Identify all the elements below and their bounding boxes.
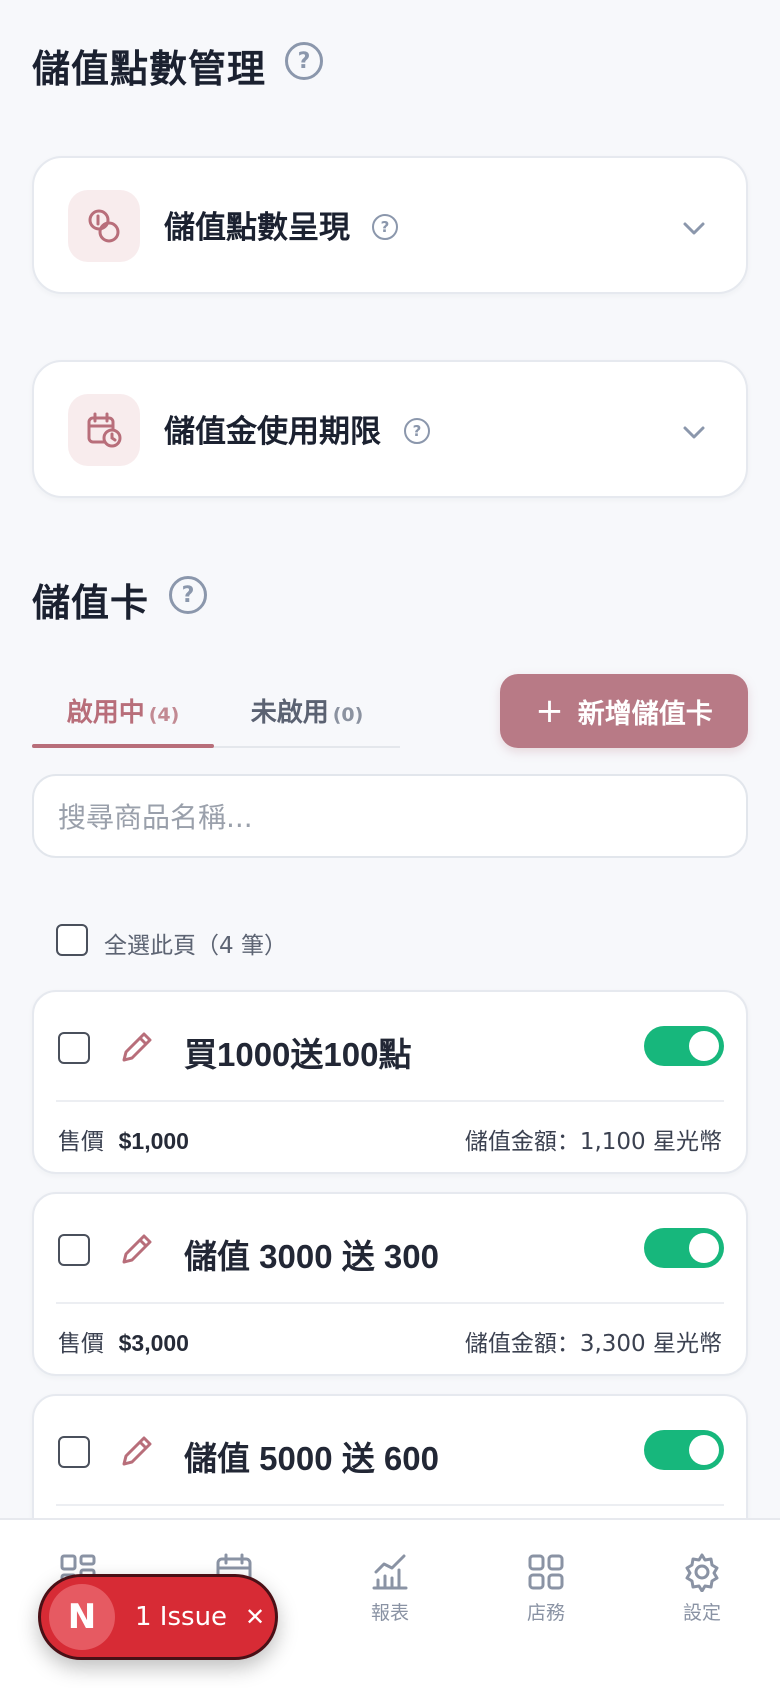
issue-logo: N (49, 1584, 115, 1650)
section-title: 儲值點數呈現 (164, 210, 350, 246)
divider (56, 1100, 724, 1102)
select-all-label: 全選此頁（4 筆） (104, 933, 287, 959)
list-item: 儲值 3000 送 300 售價 $3,000 儲值金額：3,300 星光幣 (32, 1192, 748, 1376)
item-title: 買1000送100點 (184, 1036, 412, 1073)
chart-icon (372, 1554, 408, 1590)
help-icon[interactable]: ? (285, 42, 323, 80)
add-card-button[interactable]: + 新增儲值卡 (500, 674, 748, 748)
stored-amount: 儲值金額：1,100 星光幣 (464, 1129, 722, 1155)
section-balance-expiry[interactable]: 儲值金使用期限 ? (32, 360, 748, 498)
item-title: 儲值 5000 送 600 (184, 1440, 439, 1477)
item-checkbox[interactable] (58, 1436, 90, 1468)
grid-icon (528, 1554, 564, 1590)
help-icon[interactable]: ? (169, 576, 207, 614)
calendar-clock-icon (68, 394, 140, 466)
item-title: 儲值 3000 送 300 (184, 1238, 439, 1275)
divider (56, 1504, 724, 1506)
nav-settings[interactable]: 設定 (662, 1552, 742, 1625)
enabled-toggle[interactable] (644, 1026, 724, 1066)
chevron-down-icon[interactable] (680, 418, 708, 446)
item-checkbox[interactable] (58, 1234, 90, 1266)
enabled-toggle[interactable] (644, 1430, 724, 1470)
issue-badge[interactable]: N 1 Issue ✕ (38, 1574, 278, 1660)
divider (56, 1302, 724, 1304)
nav-reports[interactable]: 報表 (350, 1552, 430, 1625)
stored-amount: 儲值金額：3,300 星光幣 (464, 1331, 722, 1357)
tab-indicator (32, 744, 214, 748)
tab-inactive[interactable]: 未啟用 (0) (214, 692, 400, 729)
nav-store[interactable]: 店務 (506, 1552, 586, 1625)
plus-icon: + (535, 691, 564, 731)
enabled-toggle[interactable] (644, 1228, 724, 1268)
tab-active[interactable]: 啟用中 (4) (32, 692, 214, 729)
pencil-icon[interactable] (118, 1432, 156, 1470)
gear-icon (685, 1553, 719, 1592)
help-icon[interactable]: ? (372, 214, 398, 240)
price: 售價 $3,000 (58, 1330, 189, 1357)
search-input[interactable]: 搜尋商品名稱... (32, 774, 748, 858)
close-icon[interactable]: ✕ (245, 1603, 265, 1631)
pencil-icon[interactable] (118, 1028, 156, 1066)
help-icon[interactable]: ? (404, 418, 430, 444)
coins-icon (68, 190, 140, 262)
chevron-down-icon[interactable] (680, 214, 708, 242)
section-title: 儲值金使用期限 (164, 414, 381, 450)
pencil-icon[interactable] (118, 1230, 156, 1268)
issue-label: 1 Issue (135, 1602, 228, 1632)
select-all-checkbox[interactable] (56, 924, 88, 956)
section-heading: 儲值卡 (32, 581, 150, 625)
section-points-display[interactable]: 儲值點數呈現 ? (32, 156, 748, 294)
item-checkbox[interactable] (58, 1032, 90, 1064)
page-title: 儲值點數管理 (32, 47, 267, 91)
price: 售價 $1,000 (58, 1128, 189, 1155)
list-item: 買1000送100點 售價 $1,000 儲值金額：1,100 星光幣 (32, 990, 748, 1174)
